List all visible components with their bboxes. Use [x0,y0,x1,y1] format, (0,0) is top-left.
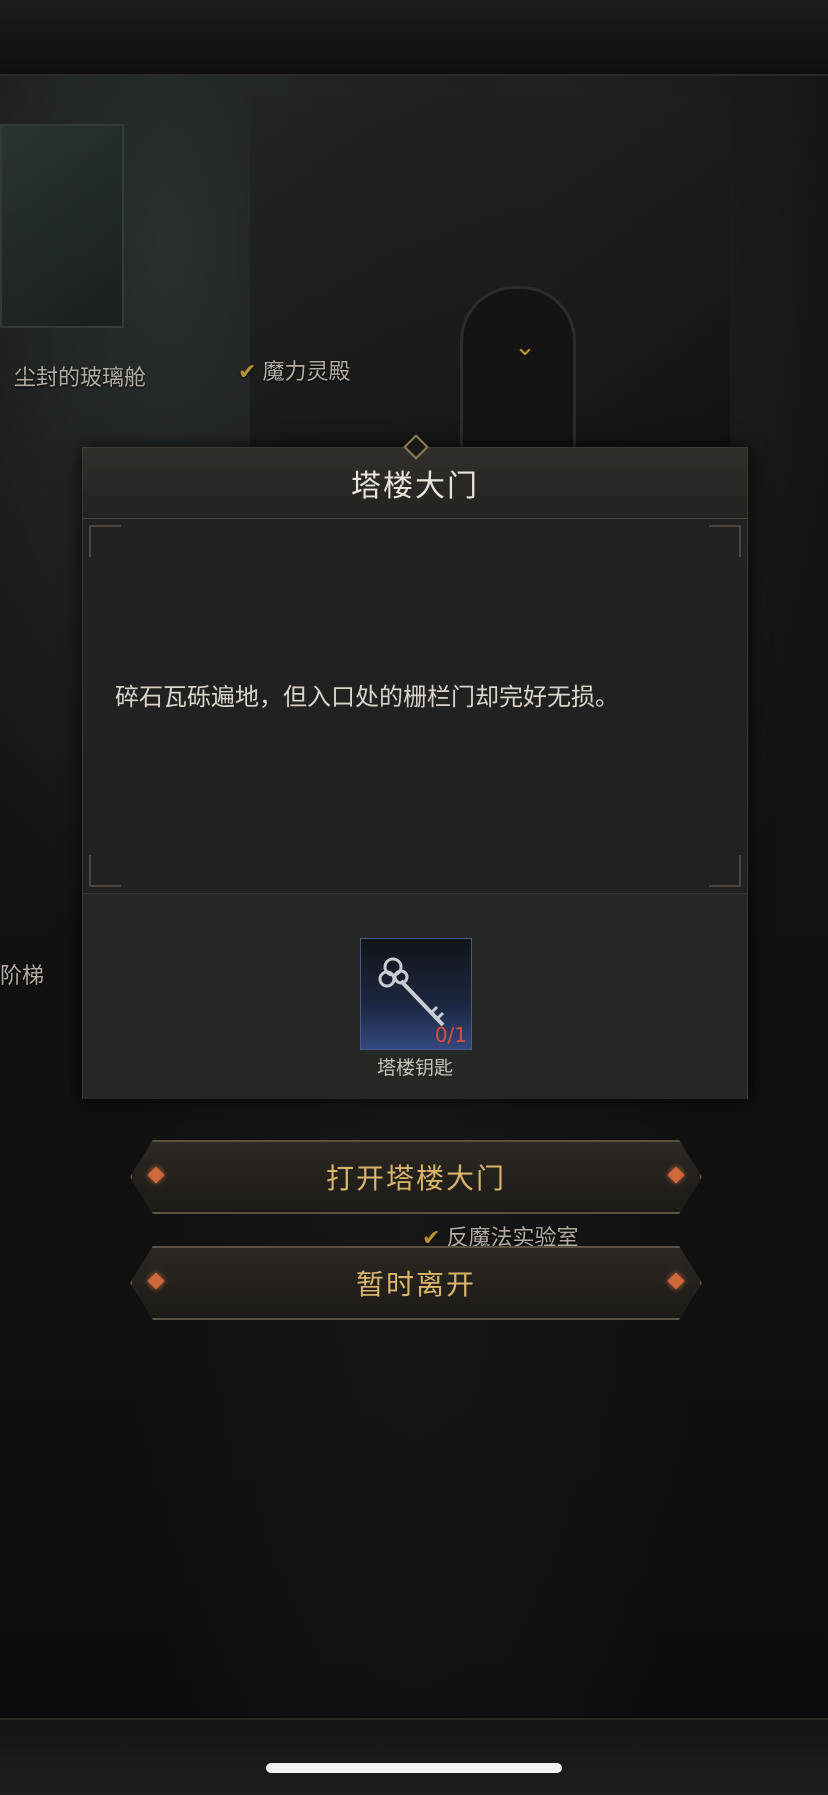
dialog-message: 碎石瓦砾遍地，但入口处的栅栏门却完好无损。 [115,683,619,711]
corner-ornament [709,855,741,887]
check-icon: ✔ [238,360,257,385]
map-label-glass-chamber[interactable]: 尘封的玻璃舱 [14,360,146,392]
open-tower-gate-button[interactable]: 打开塔楼大门 [130,1140,702,1214]
glass-chamber-object [0,124,124,328]
tower-gate-dialog: 塔楼大门 碎石瓦砾遍地，但入口处的栅栏门却完好无损。 0/1 塔楼钥匙 [82,434,748,1099]
home-indicator[interactable] [266,1763,562,1773]
corner-ornament [89,855,121,887]
tower-doorway [460,286,576,459]
map-label-magic-hall[interactable]: ✔ 魔力灵殿 [238,354,350,386]
dialog-body: 碎石瓦砾遍地，但入口处的栅栏门却完好无损。 [83,519,747,893]
button-gem-icon [667,1272,685,1290]
map-label-stairs-text: 阶梯 [0,964,45,989]
corner-ornament [89,525,121,557]
key-icon [378,957,445,1027]
button-gem-icon [147,1166,165,1184]
bottom-frame [0,1718,828,1795]
button-gem-icon [667,1166,685,1184]
location-marker-icon[interactable]: ⌄ [514,330,536,364]
map-label-magic-hall-text: 魔力灵殿 [262,360,351,385]
dialog-title: 塔楼大门 [351,469,479,504]
leave-label: 暂时离开 [355,1268,476,1301]
open-tower-gate-label: 打开塔楼大门 [325,1162,506,1195]
corner-ornament [709,525,741,557]
leave-button[interactable]: 暂时离开 [130,1246,702,1320]
item-name: 塔楼钥匙 [376,1057,453,1079]
map-label-stairs[interactable]: 阶梯 [0,958,44,990]
required-item-slot[interactable]: 0/1 [360,938,472,1050]
top-frame [0,0,828,76]
button-gem-icon [147,1272,165,1290]
map-label-glass-chamber-text: 尘封的玻璃舱 [14,366,147,391]
item-count: 0/1 [434,1023,467,1047]
